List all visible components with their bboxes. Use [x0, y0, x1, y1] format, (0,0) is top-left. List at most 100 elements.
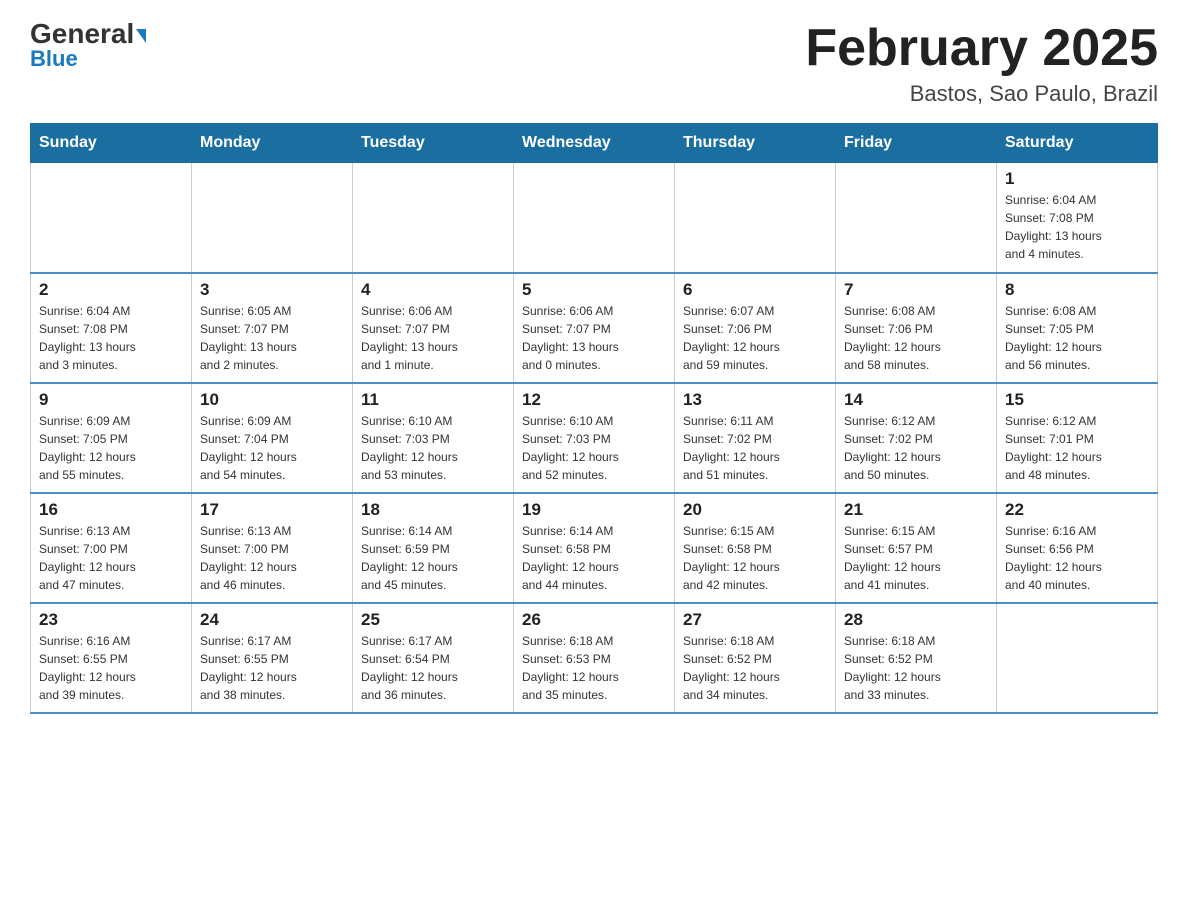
day-info: Sunrise: 6:16 AM Sunset: 6:55 PM Dayligh…	[39, 632, 183, 704]
day-info: Sunrise: 6:18 AM Sunset: 6:52 PM Dayligh…	[844, 632, 988, 704]
weekday-header-row: SundayMondayTuesdayWednesdayThursdayFrid…	[31, 124, 1158, 163]
month-title: February 2025	[805, 20, 1158, 77]
day-number: 20	[683, 500, 827, 520]
day-number: 24	[200, 610, 344, 630]
day-number: 25	[361, 610, 505, 630]
calendar-cell: 6Sunrise: 6:07 AM Sunset: 7:06 PM Daylig…	[675, 273, 836, 383]
day-number: 9	[39, 390, 183, 410]
day-info: Sunrise: 6:17 AM Sunset: 6:54 PM Dayligh…	[361, 632, 505, 704]
calendar-cell: 14Sunrise: 6:12 AM Sunset: 7:02 PM Dayli…	[836, 383, 997, 493]
day-number: 4	[361, 280, 505, 300]
day-info: Sunrise: 6:09 AM Sunset: 7:05 PM Dayligh…	[39, 412, 183, 484]
day-info: Sunrise: 6:08 AM Sunset: 7:05 PM Dayligh…	[1005, 302, 1149, 374]
day-info: Sunrise: 6:08 AM Sunset: 7:06 PM Dayligh…	[844, 302, 988, 374]
calendar-cell: 13Sunrise: 6:11 AM Sunset: 7:02 PM Dayli…	[675, 383, 836, 493]
calendar-cell	[514, 163, 675, 273]
calendar-cell: 22Sunrise: 6:16 AM Sunset: 6:56 PM Dayli…	[997, 493, 1158, 603]
calendar-cell: 24Sunrise: 6:17 AM Sunset: 6:55 PM Dayli…	[192, 603, 353, 713]
day-number: 18	[361, 500, 505, 520]
calendar-cell: 19Sunrise: 6:14 AM Sunset: 6:58 PM Dayli…	[514, 493, 675, 603]
day-number: 22	[1005, 500, 1149, 520]
calendar-cell: 5Sunrise: 6:06 AM Sunset: 7:07 PM Daylig…	[514, 273, 675, 383]
day-number: 2	[39, 280, 183, 300]
logo-blue-text: Blue	[30, 46, 78, 72]
day-info: Sunrise: 6:11 AM Sunset: 7:02 PM Dayligh…	[683, 412, 827, 484]
week-row-5: 23Sunrise: 6:16 AM Sunset: 6:55 PM Dayli…	[31, 603, 1158, 713]
calendar-cell: 8Sunrise: 6:08 AM Sunset: 7:05 PM Daylig…	[997, 273, 1158, 383]
day-number: 6	[683, 280, 827, 300]
calendar-cell: 9Sunrise: 6:09 AM Sunset: 7:05 PM Daylig…	[31, 383, 192, 493]
day-number: 27	[683, 610, 827, 630]
day-number: 21	[844, 500, 988, 520]
calendar-cell: 27Sunrise: 6:18 AM Sunset: 6:52 PM Dayli…	[675, 603, 836, 713]
day-number: 16	[39, 500, 183, 520]
calendar-cell: 1Sunrise: 6:04 AM Sunset: 7:08 PM Daylig…	[997, 163, 1158, 273]
day-number: 19	[522, 500, 666, 520]
calendar-table: SundayMondayTuesdayWednesdayThursdayFrid…	[30, 123, 1158, 714]
calendar-cell	[353, 163, 514, 273]
calendar-cell: 7Sunrise: 6:08 AM Sunset: 7:06 PM Daylig…	[836, 273, 997, 383]
calendar-cell	[997, 603, 1158, 713]
day-info: Sunrise: 6:12 AM Sunset: 7:01 PM Dayligh…	[1005, 412, 1149, 484]
logo-triangle-icon	[136, 29, 146, 43]
week-row-3: 9Sunrise: 6:09 AM Sunset: 7:05 PM Daylig…	[31, 383, 1158, 493]
weekday-header-thursday: Thursday	[675, 124, 836, 163]
day-info: Sunrise: 6:13 AM Sunset: 7:00 PM Dayligh…	[200, 522, 344, 594]
weekday-header-saturday: Saturday	[997, 124, 1158, 163]
day-info: Sunrise: 6:17 AM Sunset: 6:55 PM Dayligh…	[200, 632, 344, 704]
day-number: 26	[522, 610, 666, 630]
day-number: 8	[1005, 280, 1149, 300]
calendar-cell	[192, 163, 353, 273]
calendar-cell	[31, 163, 192, 273]
calendar-cell: 16Sunrise: 6:13 AM Sunset: 7:00 PM Dayli…	[31, 493, 192, 603]
weekday-header-tuesday: Tuesday	[353, 124, 514, 163]
calendar-cell: 26Sunrise: 6:18 AM Sunset: 6:53 PM Dayli…	[514, 603, 675, 713]
calendar-cell: 25Sunrise: 6:17 AM Sunset: 6:54 PM Dayli…	[353, 603, 514, 713]
day-number: 3	[200, 280, 344, 300]
day-number: 15	[1005, 390, 1149, 410]
day-info: Sunrise: 6:05 AM Sunset: 7:07 PM Dayligh…	[200, 302, 344, 374]
day-info: Sunrise: 6:13 AM Sunset: 7:00 PM Dayligh…	[39, 522, 183, 594]
day-number: 23	[39, 610, 183, 630]
calendar-cell: 4Sunrise: 6:06 AM Sunset: 7:07 PM Daylig…	[353, 273, 514, 383]
day-info: Sunrise: 6:12 AM Sunset: 7:02 PM Dayligh…	[844, 412, 988, 484]
day-info: Sunrise: 6:04 AM Sunset: 7:08 PM Dayligh…	[39, 302, 183, 374]
calendar-cell: 21Sunrise: 6:15 AM Sunset: 6:57 PM Dayli…	[836, 493, 997, 603]
weekday-header-sunday: Sunday	[31, 124, 192, 163]
day-number: 5	[522, 280, 666, 300]
calendar-cell: 10Sunrise: 6:09 AM Sunset: 7:04 PM Dayli…	[192, 383, 353, 493]
day-info: Sunrise: 6:18 AM Sunset: 6:52 PM Dayligh…	[683, 632, 827, 704]
day-info: Sunrise: 6:10 AM Sunset: 7:03 PM Dayligh…	[522, 412, 666, 484]
calendar-cell: 17Sunrise: 6:13 AM Sunset: 7:00 PM Dayli…	[192, 493, 353, 603]
day-info: Sunrise: 6:18 AM Sunset: 6:53 PM Dayligh…	[522, 632, 666, 704]
logo: General Blue	[30, 20, 146, 72]
day-number: 12	[522, 390, 666, 410]
day-number: 7	[844, 280, 988, 300]
calendar-cell: 20Sunrise: 6:15 AM Sunset: 6:58 PM Dayli…	[675, 493, 836, 603]
day-number: 13	[683, 390, 827, 410]
weekday-header-wednesday: Wednesday	[514, 124, 675, 163]
weekday-header-friday: Friday	[836, 124, 997, 163]
day-number: 1	[1005, 169, 1149, 189]
location-title: Bastos, Sao Paulo, Brazil	[805, 81, 1158, 107]
calendar-cell: 11Sunrise: 6:10 AM Sunset: 7:03 PM Dayli…	[353, 383, 514, 493]
day-number: 11	[361, 390, 505, 410]
day-info: Sunrise: 6:04 AM Sunset: 7:08 PM Dayligh…	[1005, 191, 1149, 263]
title-area: February 2025 Bastos, Sao Paulo, Brazil	[805, 20, 1158, 107]
calendar-cell: 12Sunrise: 6:10 AM Sunset: 7:03 PM Dayli…	[514, 383, 675, 493]
logo-general-text: General	[30, 20, 146, 48]
day-number: 17	[200, 500, 344, 520]
day-info: Sunrise: 6:10 AM Sunset: 7:03 PM Dayligh…	[361, 412, 505, 484]
day-info: Sunrise: 6:06 AM Sunset: 7:07 PM Dayligh…	[522, 302, 666, 374]
day-info: Sunrise: 6:09 AM Sunset: 7:04 PM Dayligh…	[200, 412, 344, 484]
calendar-cell: 3Sunrise: 6:05 AM Sunset: 7:07 PM Daylig…	[192, 273, 353, 383]
calendar-cell	[836, 163, 997, 273]
day-info: Sunrise: 6:15 AM Sunset: 6:58 PM Dayligh…	[683, 522, 827, 594]
day-info: Sunrise: 6:06 AM Sunset: 7:07 PM Dayligh…	[361, 302, 505, 374]
week-row-2: 2Sunrise: 6:04 AM Sunset: 7:08 PM Daylig…	[31, 273, 1158, 383]
day-number: 28	[844, 610, 988, 630]
day-info: Sunrise: 6:16 AM Sunset: 6:56 PM Dayligh…	[1005, 522, 1149, 594]
week-row-4: 16Sunrise: 6:13 AM Sunset: 7:00 PM Dayli…	[31, 493, 1158, 603]
day-number: 14	[844, 390, 988, 410]
day-info: Sunrise: 6:14 AM Sunset: 6:59 PM Dayligh…	[361, 522, 505, 594]
